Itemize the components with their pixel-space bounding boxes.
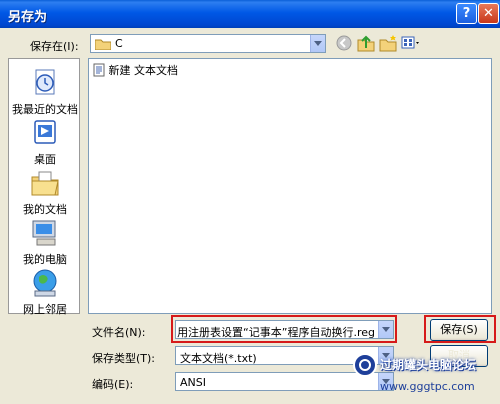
file-list[interactable]: 新建 文本文档 — [88, 58, 492, 314]
encoding-value: ANSI — [180, 376, 206, 389]
up-folder-icon[interactable] — [356, 33, 376, 53]
save-in-label: 保存在(I): — [30, 40, 79, 53]
watermark: 过期罐头电脑论坛 www.gggtpc.com — [350, 348, 498, 402]
desktop-icon — [34, 120, 56, 144]
save-in-combo[interactable]: C — [90, 34, 326, 53]
help-button[interactable]: ? — [456, 3, 477, 24]
title-bar: 另存为 ? ✕ — [0, 0, 500, 28]
filetype-label: 保存类型(T): — [92, 352, 156, 365]
place-label: 我最近的文档 — [12, 103, 78, 116]
watermark-text: 过期罐头电脑论坛 — [380, 358, 477, 372]
network-places-icon — [33, 269, 57, 297]
place-label: 桌面 — [34, 153, 56, 166]
views-menu-icon[interactable] — [400, 33, 422, 53]
watermark-url: www.gggtpc.com — [380, 380, 475, 393]
filename-label: 文件名(N): — [92, 326, 146, 339]
place-my-computer[interactable]: 我的电脑 — [9, 217, 81, 267]
highlight-box-save — [424, 315, 496, 343]
encoding-label: 编码(E): — [92, 378, 134, 391]
filetype-value: 文本文档(*.txt) — [180, 352, 257, 365]
place-label: 网上邻居 — [23, 303, 67, 316]
window-title: 另存为 — [8, 10, 48, 25]
places-bar: 我最近的文档 桌面 我的文档 我的电脑 网上邻居 — [8, 58, 81, 317]
text-file-icon — [93, 63, 105, 77]
place-network[interactable]: 网上邻居 — [9, 267, 81, 317]
place-recent-documents[interactable]: 我最近的文档 — [9, 67, 81, 117]
place-label: 我的电脑 — [23, 253, 67, 266]
back-icon[interactable] — [335, 33, 353, 53]
file-name: 新建 文本文档 — [108, 64, 179, 77]
highlight-box-filename — [171, 315, 397, 343]
my-computer-icon — [32, 220, 56, 246]
my-documents-icon — [31, 171, 59, 196]
watermark-logo-icon — [353, 353, 377, 377]
place-desktop[interactable]: 桌面 — [9, 117, 81, 167]
place-my-documents[interactable]: 我的文档 — [9, 167, 81, 217]
close-button[interactable]: ✕ — [478, 3, 499, 24]
chevron-down-icon[interactable] — [310, 35, 325, 52]
place-label: 我的文档 — [23, 203, 67, 216]
save-in-value: C — [115, 37, 123, 50]
folder-icon — [95, 39, 111, 50]
new-folder-icon[interactable] — [378, 33, 398, 53]
recent-documents-icon — [35, 69, 55, 95]
list-item[interactable]: 新建 文本文档 — [93, 62, 178, 78]
